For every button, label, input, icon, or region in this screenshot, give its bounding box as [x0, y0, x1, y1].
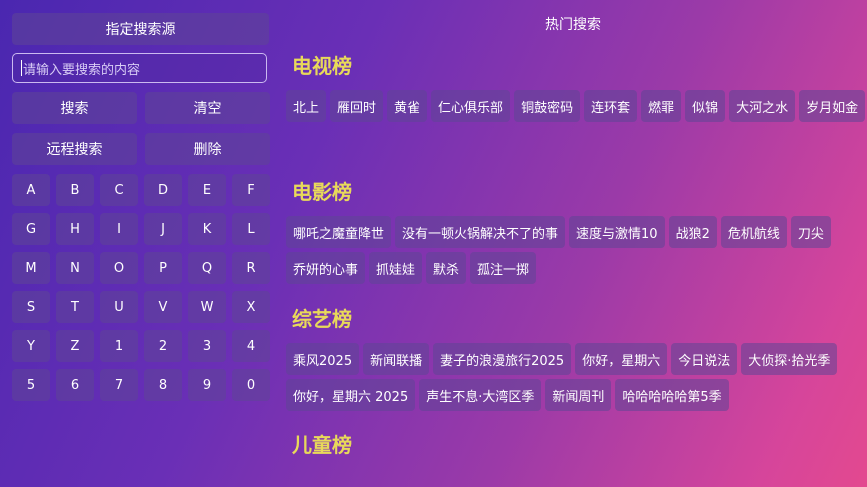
hot-search-tag[interactable]: 燃罪: [641, 90, 682, 122]
hot-search-tag[interactable]: 新闻联播: [363, 343, 430, 375]
key-7[interactable]: 7: [100, 369, 138, 401]
section-title-variety: 综艺榜: [292, 307, 352, 331]
hot-search-tag[interactable]: 哈哈哈哈哈第5季: [615, 379, 729, 411]
key-p[interactable]: P: [144, 252, 182, 284]
key-0[interactable]: 0: [232, 369, 270, 401]
key-n[interactable]: N: [56, 252, 94, 284]
left-panel: 指定搜索源 请输入要搜索的内容 搜索 清空 远程搜索 删除 ABCDEF GHIJ…: [12, 13, 271, 401]
section-title-movie: 电影榜: [292, 180, 352, 204]
key-r[interactable]: R: [232, 252, 270, 284]
key-9[interactable]: 9: [188, 369, 226, 401]
hot-search-tag[interactable]: 今日说法: [671, 343, 738, 375]
section-title-tv: 电视榜: [292, 54, 352, 78]
key-4[interactable]: 4: [232, 330, 270, 362]
key-k[interactable]: K: [188, 213, 226, 245]
key-b[interactable]: B: [56, 174, 94, 206]
hot-search-tag[interactable]: 乘风2025: [286, 343, 360, 375]
key-g[interactable]: G: [12, 213, 50, 245]
hot-search-tag[interactable]: 抓娃娃: [369, 252, 423, 284]
hot-search-tag[interactable]: 新闻周刊: [545, 379, 612, 411]
key-s[interactable]: S: [12, 291, 50, 323]
hot-search-tag[interactable]: 刀尖: [790, 216, 831, 248]
search-button[interactable]: 搜索: [12, 92, 137, 124]
hot-search-tag[interactable]: 乔妍的心事: [286, 252, 366, 284]
hot-search-tag[interactable]: 声生不息·大湾区季: [419, 379, 542, 411]
hot-search-tag[interactable]: 似锦: [685, 90, 726, 122]
hot-search-tag[interactable]: 默杀: [426, 252, 467, 284]
hot-search-tag[interactable]: 哪吒之魔童降世: [286, 216, 392, 248]
key-t[interactable]: T: [56, 291, 94, 323]
hot-search-tag[interactable]: 岁月如金: [799, 90, 866, 122]
hot-search-tag[interactable]: 孤注一掷: [470, 252, 537, 284]
key-a[interactable]: A: [12, 174, 50, 206]
keyboard: ABCDEF GHIJKL MNOPQR STUVWX YZ1234 567890: [12, 174, 271, 401]
key-i[interactable]: I: [100, 213, 138, 245]
key-q[interactable]: Q: [188, 252, 226, 284]
variety-tags: 乘风2025 新闻联播 妻子的浪漫旅行2025 你好，星期六 今日说法 大侦探·拾光季你好…: [286, 343, 866, 411]
key-j[interactable]: J: [144, 213, 182, 245]
key-3[interactable]: 3: [188, 330, 226, 362]
key-z[interactable]: Z: [56, 330, 94, 362]
hot-search-tag[interactable]: 你好，星期六 2025: [286, 379, 416, 411]
key-f[interactable]: F: [232, 174, 270, 206]
key-1[interactable]: 1: [100, 330, 138, 362]
hot-search-tag[interactable]: 危机航线: [720, 216, 787, 248]
remote-search-button[interactable]: 远程搜索: [12, 133, 137, 165]
hot-search-tag[interactable]: 连环套: [584, 90, 638, 122]
key-w[interactable]: W: [188, 291, 226, 323]
key-8[interactable]: 8: [144, 369, 182, 401]
key-c[interactable]: C: [100, 174, 138, 206]
hot-search-tag[interactable]: 妻子的浪漫旅行2025: [433, 343, 572, 375]
key-2[interactable]: 2: [144, 330, 182, 362]
hot-search-tag[interactable]: 你好，星期六: [575, 343, 668, 375]
key-u[interactable]: U: [100, 291, 138, 323]
key-h[interactable]: H: [56, 213, 94, 245]
hot-search-tag[interactable]: 没有一顿火锅解决不了的事: [395, 216, 566, 248]
tv-tags: 北上 雁回时 黄雀 仁心俱乐部 铜鼓密码 连环套 燃罪 似锦 大河之水 岁月如金: [286, 90, 866, 122]
key-o[interactable]: O: [100, 252, 138, 284]
hot-search-tag[interactable]: 黄雀: [387, 90, 428, 122]
hot-search-title: 热门搜索: [545, 17, 601, 33]
hot-search-tag[interactable]: 大河之水: [729, 90, 796, 122]
hot-search-tag[interactable]: 仁心俱乐部: [431, 90, 511, 122]
key-m[interactable]: M: [12, 252, 50, 284]
hot-search-tag[interactable]: 战狼2: [668, 216, 717, 248]
clear-button[interactable]: 清空: [145, 92, 270, 124]
specify-search-source-button[interactable]: 指定搜索源: [12, 13, 269, 45]
text-caret: [21, 60, 22, 76]
key-x[interactable]: X: [232, 291, 270, 323]
key-l[interactable]: L: [232, 213, 270, 245]
hot-search-tag[interactable]: 速度与激情10: [569, 216, 665, 248]
key-e[interactable]: E: [188, 174, 226, 206]
movie-tags: 哪吒之魔童降世 没有一顿火锅解决不了的事 速度与激情10 战狼2 危机航线 刀尖乔妍的心事…: [286, 216, 866, 284]
hot-search-tag[interactable]: 大侦探·拾光季: [741, 343, 838, 375]
search-placeholder: 请输入要搜索的内容: [23, 62, 141, 78]
hot-search-tag[interactable]: 铜鼓密码: [514, 90, 581, 122]
key-5[interactable]: 5: [12, 369, 50, 401]
key-6[interactable]: 6: [56, 369, 94, 401]
hot-search-tag[interactable]: 北上: [286, 90, 327, 122]
hot-search-tag[interactable]: 雁回时: [330, 90, 384, 122]
delete-button[interactable]: 删除: [145, 133, 270, 165]
key-v[interactable]: V: [144, 291, 182, 323]
search-input[interactable]: 请输入要搜索的内容: [12, 53, 267, 83]
key-d[interactable]: D: [144, 174, 182, 206]
section-title-kids: 儿童榜: [292, 433, 352, 457]
key-y[interactable]: Y: [12, 330, 50, 362]
